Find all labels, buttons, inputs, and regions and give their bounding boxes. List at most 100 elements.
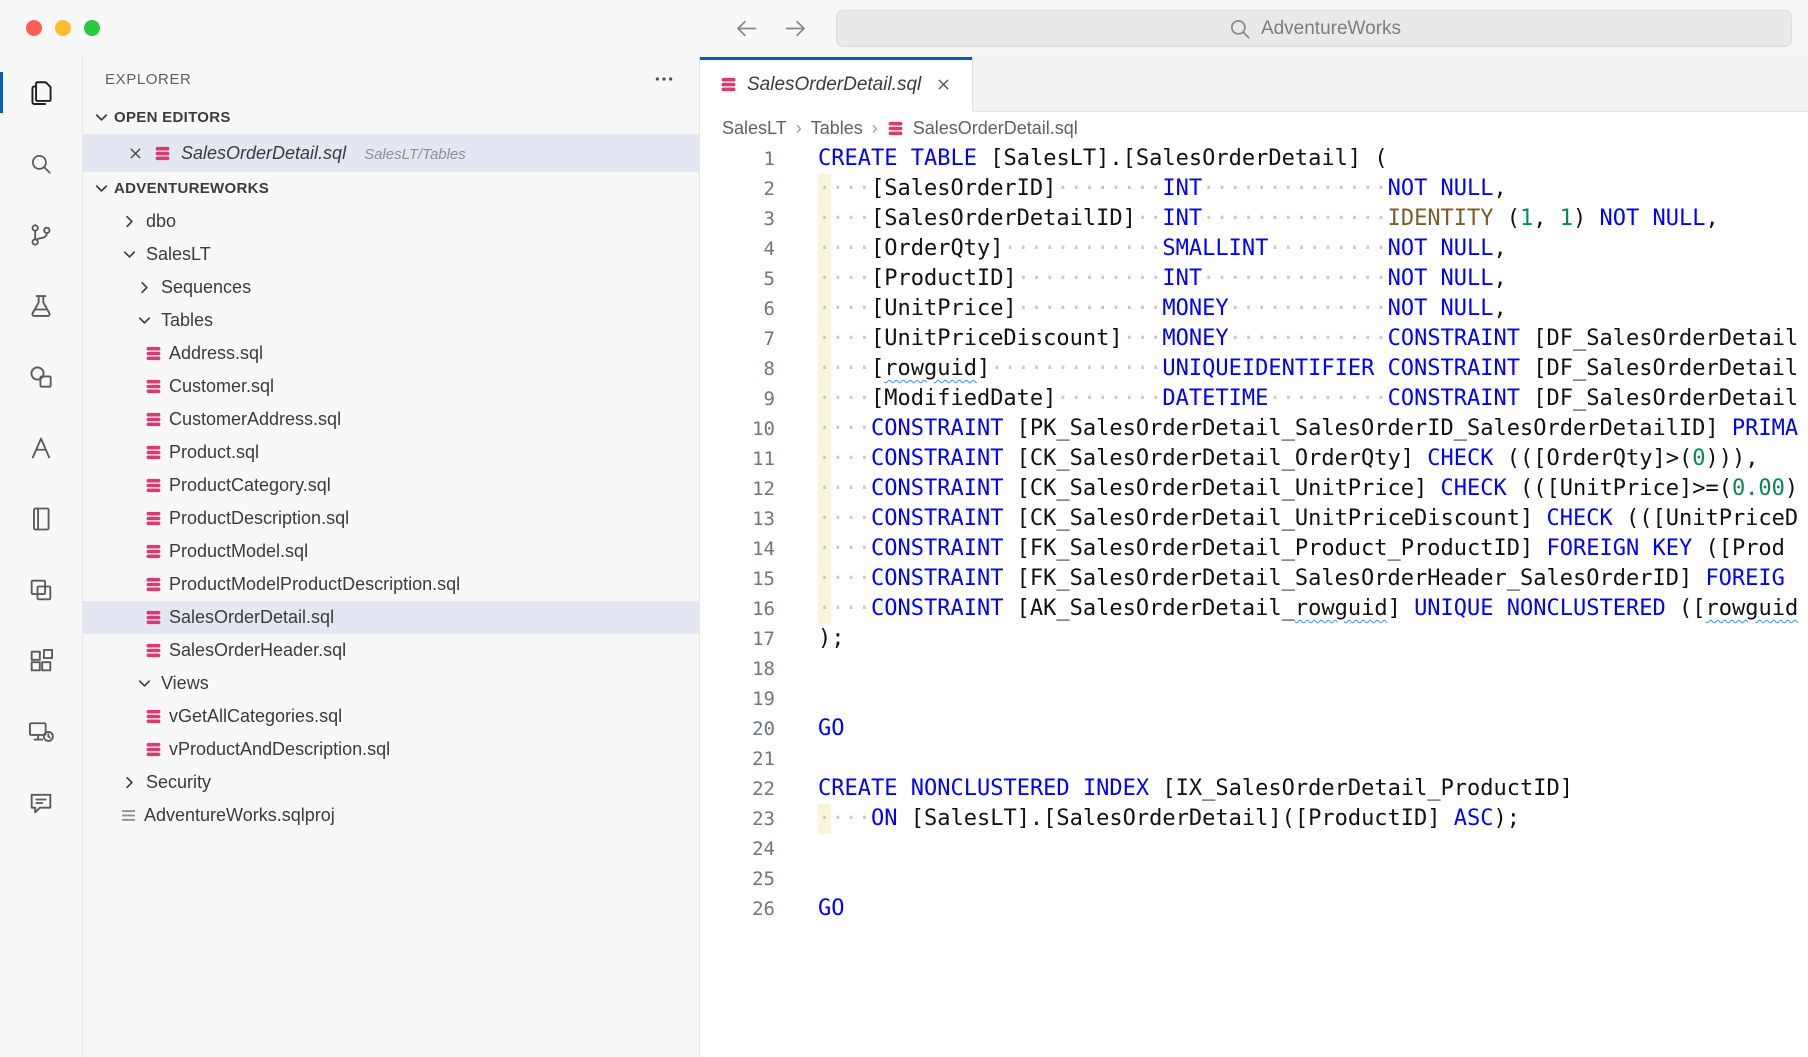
code-line-17[interactable]: 17); (700, 624, 1808, 654)
explorer-tree: dboSalesLTSequencesTablesAddress.sqlCust… (83, 205, 699, 832)
activity-item-explorer[interactable] (0, 57, 82, 128)
tree-folder-Views[interactable]: Views (83, 667, 699, 700)
tree-file-vGetAllCategories.sql[interactable]: vGetAllCategories.sql (83, 700, 699, 733)
database-icon (145, 708, 162, 725)
minimize-window-button[interactable] (55, 20, 71, 36)
tree-file-SalesOrderHeader.sql[interactable]: SalesOrderHeader.sql (83, 634, 699, 667)
tree-file-Customer.sql[interactable]: Customer.sql (83, 370, 699, 403)
line-number: 10 (700, 414, 775, 444)
code-line-16[interactable]: 16····CONSTRAINT [AK_SalesOrderDetail_ro… (700, 594, 1808, 624)
tree-file-Product.sql[interactable]: Product.sql (83, 436, 699, 469)
database-icon (145, 345, 162, 362)
tree-file-ProductModel.sql[interactable]: ProductModel.sql (83, 535, 699, 568)
chevron-down-icon (120, 245, 139, 264)
code-line-3[interactable]: 3····[SalesOrderDetailID]··INT··········… (700, 204, 1808, 234)
code-line-13[interactable]: 13····CONSTRAINT [CK_SalesOrderDetail_Un… (700, 504, 1808, 534)
line-content: ····[OrderQty]············SMALLINT······… (818, 236, 1507, 261)
code-line-23[interactable]: 23 ····ON [SalesLT].[SalesOrderDetail]([P… (700, 804, 1808, 834)
tree-folder-dbo[interactable]: dbo (83, 205, 699, 238)
code-line-14[interactable]: 14····CONSTRAINT [FK_SalesOrderDetail_Pr… (700, 534, 1808, 564)
activity-item-objects[interactable] (0, 341, 82, 412)
code-line-10[interactable]: 10····CONSTRAINT [PK_SalesOrderDetail_Sa… (700, 414, 1808, 444)
code-line-6[interactable]: 6····[UnitPrice]···········MONEY········… (700, 294, 1808, 324)
tree-item-label: AdventureWorks.sqlproj (144, 805, 335, 826)
activity-item-search[interactable] (0, 128, 82, 199)
close-icon[interactable] (935, 76, 952, 93)
code-line-4[interactable]: 4····[OrderQty]············SMALLINT·····… (700, 234, 1808, 264)
code-line-5[interactable]: 5····[ProductID]···········INT··········… (700, 264, 1808, 294)
open-editor-item[interactable]: SalesOrderDetail.sql SalesLT/Tables (83, 134, 699, 172)
tree-file-CustomerAddress.sql[interactable]: CustomerAddress.sql (83, 403, 699, 436)
code-line-26[interactable]: 26GO (700, 894, 1808, 924)
code-line-18[interactable]: 18 (700, 654, 1808, 684)
close-icon[interactable] (127, 145, 144, 162)
line-content: ····CONSTRAINT [FK_SalesOrderDetail_Sale… (818, 566, 1785, 591)
line-number: 21 (700, 744, 775, 774)
activity-item-azure[interactable] (0, 412, 82, 483)
azure-icon (27, 434, 55, 462)
forward-button[interactable] (782, 15, 809, 42)
activity-item-source-control[interactable] (0, 199, 82, 270)
back-button[interactable] (733, 15, 760, 42)
activity-item-comments[interactable] (0, 767, 82, 838)
line-number: 3 (700, 204, 775, 234)
tree-file-Address.sql[interactable]: Address.sql (83, 337, 699, 370)
breadcrumb-file[interactable]: SalesOrderDetail.sql (913, 118, 1078, 139)
database-icon (145, 444, 162, 461)
database-icon (145, 477, 162, 494)
code-line-11[interactable]: 11····CONSTRAINT [CK_SalesOrderDetail_Or… (700, 444, 1808, 474)
activity-item-editor-layout[interactable] (0, 554, 82, 625)
line-content: ); (818, 626, 845, 651)
tree-file-AdventureWorks.sqlproj[interactable]: AdventureWorks.sqlproj (83, 799, 699, 832)
activity-item-run-debug[interactable] (0, 270, 82, 341)
tree-folder-Tables[interactable]: Tables (83, 304, 699, 337)
code-line-22[interactable]: 22CREATE NONCLUSTERED INDEX [IX_SalesOrd… (700, 774, 1808, 804)
code-line-2[interactable]: 2····[SalesOrderID]········INT··········… (700, 174, 1808, 204)
tree-folder-Sequences[interactable]: Sequences (83, 271, 699, 304)
code-area[interactable]: 1CREATE TABLE [SalesLT].[SalesOrderDetai… (700, 144, 1808, 1057)
activity-item-extensions[interactable] (0, 625, 82, 696)
line-content: GO (818, 716, 845, 741)
code-line-12[interactable]: 12····CONSTRAINT [CK_SalesOrderDetail_Un… (700, 474, 1808, 504)
activity-item-notebooks[interactable] (0, 483, 82, 554)
breadcrumb: SalesLT › Tables › SalesOrderDetail.sql (700, 112, 1808, 144)
database-icon (145, 411, 162, 428)
code-line-21[interactable]: 21 (700, 744, 1808, 774)
close-window-button[interactable] (26, 20, 42, 36)
files-icon (27, 78, 56, 107)
breadcrumb-folder[interactable]: Tables (811, 118, 863, 139)
zoom-window-button[interactable] (84, 20, 100, 36)
tree-file-ProductModelProductDescription.sql[interactable]: ProductModelProductDescription.sql (83, 568, 699, 601)
chat-icon (27, 789, 55, 817)
open-editors-header[interactable]: OPEN EDITORS (83, 101, 699, 134)
tree-file-vProductAndDescription.sql[interactable]: vProductAndDescription.sql (83, 733, 699, 766)
code-line-1[interactable]: 1CREATE TABLE [SalesLT].[SalesOrderDetai… (700, 144, 1808, 174)
code-line-25[interactable]: 25 (700, 864, 1808, 894)
flask-icon (27, 292, 55, 320)
tree-file-ProductCategory.sql[interactable]: ProductCategory.sql (83, 469, 699, 502)
tree-folder-Security[interactable]: Security (83, 766, 699, 799)
open-editors-label: OPEN EDITORS (114, 109, 231, 126)
code-line-7[interactable]: 7····[UnitPriceDiscount]···MONEY········… (700, 324, 1808, 354)
code-line-19[interactable]: 19 (700, 684, 1808, 714)
tree-file-SalesOrderDetail.sql[interactable]: SalesOrderDetail.sql (83, 601, 699, 634)
command-center-search[interactable]: AdventureWorks (836, 10, 1792, 47)
code-line-15[interactable]: 15····CONSTRAINT [FK_SalesOrderDetail_Sa… (700, 564, 1808, 594)
code-line-20[interactable]: 20GO (700, 714, 1808, 744)
tree-folder-SalesLT[interactable]: SalesLT (83, 238, 699, 271)
code-line-9[interactable]: 9····[ModifiedDate]········DATETIME·····… (700, 384, 1808, 414)
activity-item-remote-history[interactable] (0, 696, 82, 767)
line-number: 23 (700, 804, 775, 834)
tab-salesorderdetail[interactable]: SalesOrderDetail.sql (700, 57, 973, 112)
code-line-8[interactable]: 8····[rowguid]·············UNIQUEIDENTIF… (700, 354, 1808, 384)
line-number: 12 (700, 474, 775, 504)
code-line-24[interactable]: 24 (700, 834, 1808, 864)
breadcrumb-schema[interactable]: SalesLT (722, 118, 787, 139)
line-content: ····CONSTRAINT [CK_SalesOrderDetail_Unit… (818, 506, 1798, 531)
search-value: AdventureWorks (1261, 18, 1401, 40)
ellipsis-icon[interactable] (653, 68, 675, 90)
tree-file-ProductDescription.sql[interactable]: ProductDescription.sql (83, 502, 699, 535)
project-section-header[interactable]: ADVENTUREWORKS (83, 172, 699, 205)
tree-item-label: Views (161, 673, 209, 694)
line-content: ····ON [SalesLT].[SalesOrderDetail]([Pro… (818, 806, 1520, 831)
